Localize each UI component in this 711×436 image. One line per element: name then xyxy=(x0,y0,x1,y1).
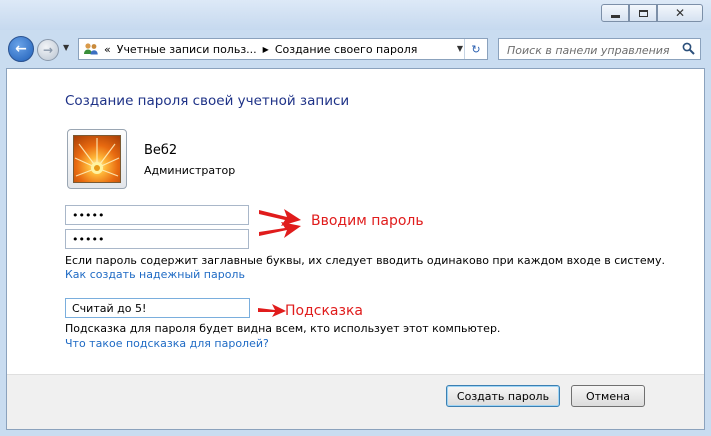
forward-arrow-icon: → xyxy=(42,43,54,57)
create-password-button[interactable]: Создать пароль xyxy=(446,385,560,407)
annotation-arrow-icon xyxy=(258,304,286,317)
minimize-button[interactable] xyxy=(601,4,629,22)
search-box[interactable] xyxy=(498,38,701,60)
search-input[interactable] xyxy=(505,40,679,60)
hint-visibility-note: Подсказка для пароля будет видна всем, к… xyxy=(65,322,501,335)
annotation-password: Вводим пароль xyxy=(311,213,424,229)
breadcrumb-item-accounts[interactable]: Учетные записи польз... xyxy=(117,43,257,56)
back-arrow-icon: ← xyxy=(15,41,27,57)
breadcrumb-item-create-password[interactable]: Создание своего пароля xyxy=(275,43,418,56)
avatar xyxy=(67,129,127,189)
address-bar[interactable]: « Учетные записи польз... ▶ Создание сво… xyxy=(78,38,488,60)
forward-button[interactable]: → xyxy=(37,39,59,61)
users-icon xyxy=(82,41,100,57)
back-button[interactable]: ← xyxy=(8,36,34,62)
page-title: Создание пароля своей учетной записи xyxy=(65,93,350,109)
cancel-button[interactable]: Отмена xyxy=(571,385,645,407)
minimize-icon xyxy=(610,14,620,18)
history-dropdown-icon[interactable]: ▼ xyxy=(63,43,73,53)
case-sensitivity-note: Если пароль содержит заглавные буквы, их… xyxy=(65,254,665,267)
what-is-hint-link[interactable]: Что такое подсказка для паролей? xyxy=(65,337,269,350)
breadcrumb-separator-icon[interactable]: ▶ xyxy=(263,45,269,54)
annotation-arrow-icon xyxy=(259,209,301,238)
user-name: Веб2 xyxy=(144,143,178,158)
close-icon: ✕ xyxy=(674,6,686,20)
flower-picture-icon xyxy=(73,135,121,183)
caption-buttons: ✕ xyxy=(601,4,703,22)
window-frame: ✕ ← → ▼ « Учетные записи польз... ▶ Созд… xyxy=(0,0,711,436)
breadcrumb: « Учетные записи польз... ▶ Создание сво… xyxy=(104,43,417,56)
annotation-hint: Подсказка xyxy=(285,303,363,319)
password-hint-field[interactable] xyxy=(65,298,250,318)
confirm-password-field[interactable] xyxy=(65,229,249,249)
close-button[interactable]: ✕ xyxy=(657,4,703,22)
navigation-bar: ← → ▼ « Учетные записи польз... ▶ Создан… xyxy=(0,34,711,64)
strong-password-link[interactable]: Как создать надежный пароль xyxy=(65,268,245,281)
new-password-field[interactable] xyxy=(65,205,249,225)
user-role: Администратор xyxy=(144,164,236,177)
search-icon[interactable] xyxy=(682,42,695,58)
address-dropdown-icon[interactable]: ▼ xyxy=(457,44,463,53)
refresh-icon: ↻ xyxy=(471,42,481,56)
maximize-icon xyxy=(638,9,648,17)
maximize-button[interactable] xyxy=(629,4,657,22)
title-bar: ✕ xyxy=(0,0,711,30)
refresh-button[interactable]: ↻ xyxy=(464,39,487,59)
breadcrumb-overflow-icon[interactable]: « xyxy=(104,43,111,56)
content-pane: Создание пароля своей учетной записи Веб… xyxy=(6,68,705,430)
